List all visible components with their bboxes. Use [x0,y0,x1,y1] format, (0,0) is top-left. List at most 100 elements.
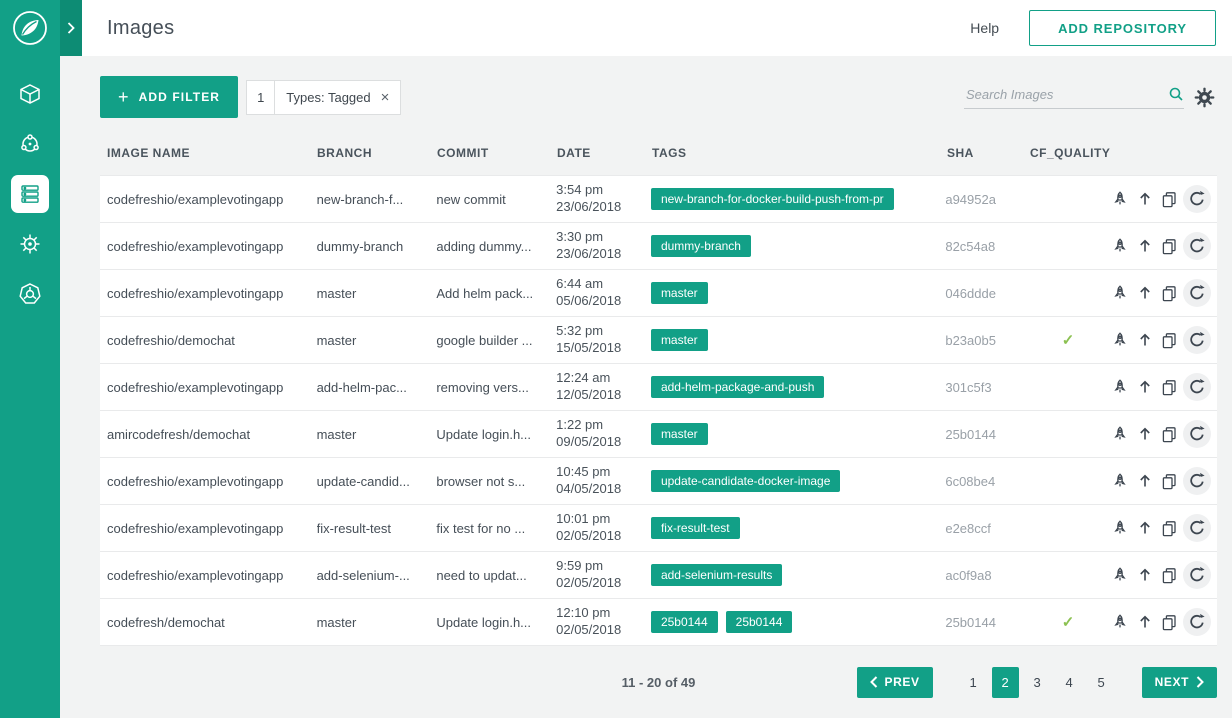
column-header-tags[interactable]: TAGS [652,146,947,160]
help-link[interactable]: Help [970,20,999,36]
sidebar-item-images[interactable] [0,176,60,212]
promote-image-button[interactable] [1133,280,1156,306]
codefresh-logo[interactable] [0,0,60,56]
rebuild-image-button[interactable] [1183,232,1211,260]
image-row[interactable]: codefreshio/examplevotingapp add-seleniu… [100,552,1217,599]
promote-image-button[interactable] [1133,421,1156,447]
add-filter-button[interactable]: + ADD FILTER [100,76,238,118]
rebuild-image-button[interactable] [1183,467,1211,495]
image-name-cell[interactable]: codefreshio/examplevotingapp [107,474,317,489]
rebuild-image-button[interactable] [1183,514,1211,542]
column-header-sha[interactable]: SHA [947,146,1030,160]
image-row[interactable]: codefreshio/examplevotingapp master Add … [100,270,1217,317]
settings-button[interactable] [1194,87,1215,108]
promote-image-button[interactable] [1133,374,1156,400]
image-name-cell[interactable]: codefreshio/examplevotingapp [107,521,317,536]
column-header-date[interactable]: DATE [557,146,652,160]
promote-image-button[interactable] [1133,468,1156,494]
image-name-cell[interactable]: codefreshio/demochat [107,333,317,348]
launch-image-button[interactable] [1108,280,1131,306]
image-row[interactable]: codefreshio/examplevotingapp dummy-branc… [100,223,1217,270]
launch-image-button[interactable] [1108,186,1131,212]
sha-cell: 82c54a8 [945,239,1028,254]
image-name-cell[interactable]: amircodefresh/demochat [107,427,317,442]
launch-image-button[interactable] [1108,374,1131,400]
rebuild-image-button[interactable] [1183,185,1211,213]
column-header-image-name[interactable]: IMAGE NAME [107,146,317,160]
sidebar-item-builds[interactable] [0,126,60,162]
prev-page-button[interactable]: PREV [857,667,933,698]
image-name-cell[interactable]: codefreshio/examplevotingapp [107,286,317,301]
copy-sha-button[interactable] [1158,468,1181,494]
add-repository-button[interactable]: ADD REPOSITORY [1029,10,1216,46]
rebuild-image-button[interactable] [1183,608,1211,636]
date-cell: 5:32 pm 15/05/2018 [556,323,651,357]
images-list-icon [19,183,41,205]
copy-sha-button[interactable] [1158,327,1181,353]
column-header-cf-quality[interactable]: CF_QUALITY [1030,146,1110,160]
sidebar-item-repositories[interactable] [0,76,60,112]
rebuild-image-button[interactable] [1183,373,1211,401]
rebuild-image-button[interactable] [1183,561,1211,589]
image-name-cell[interactable]: codefreshio/examplevotingapp [107,568,317,583]
filter-remove-button[interactable]: × [377,89,401,106]
date-text: 04/05/2018 [556,481,651,498]
sha-cell: b23a0b5 [945,333,1028,348]
promote-image-button[interactable] [1133,233,1156,259]
page-button[interactable]: 4 [1056,667,1083,698]
launch-image-button[interactable] [1108,562,1131,588]
image-row[interactable]: codefresh/demochat master Update login.h… [100,599,1217,646]
launch-image-button[interactable] [1108,421,1131,447]
promote-image-button[interactable] [1133,515,1156,541]
copy-sha-button[interactable] [1158,233,1181,259]
copy-sha-button[interactable] [1158,609,1181,635]
launch-image-button[interactable] [1108,468,1131,494]
arrow-up-icon [1137,520,1153,536]
promote-image-button[interactable] [1133,186,1156,212]
page-button[interactable]: 1 [960,667,987,698]
image-row[interactable]: codefreshio/demochat master google build… [100,317,1217,364]
promote-image-button[interactable] [1133,609,1156,635]
image-name-cell[interactable]: codefreshio/examplevotingapp [107,239,317,254]
launch-image-button[interactable] [1108,233,1131,259]
copy-sha-button[interactable] [1158,562,1181,588]
sidebar-item-helm[interactable] [0,226,60,262]
copy-sha-button[interactable] [1158,515,1181,541]
sha-cell: e2e8ccf [945,521,1028,536]
launch-image-button[interactable] [1108,609,1131,635]
column-header-commit[interactable]: COMMIT [437,146,557,160]
promote-image-button[interactable] [1133,562,1156,588]
rebuild-image-button[interactable] [1183,279,1211,307]
launch-image-button[interactable] [1108,327,1131,353]
image-name-cell[interactable]: codefreshio/examplevotingapp [107,192,317,207]
copy-icon [1161,473,1178,490]
image-row[interactable]: codefreshio/examplevotingapp add-helm-pa… [100,364,1217,411]
next-page-button[interactable]: NEXT [1142,667,1217,698]
copy-sha-button[interactable] [1158,186,1181,212]
page-button[interactable]: 2 [992,667,1019,698]
image-row[interactable]: codefreshio/examplevotingapp new-branch-… [100,176,1217,223]
rebuild-image-button[interactable] [1183,326,1211,354]
rebuild-image-button[interactable] [1183,420,1211,448]
promote-image-button[interactable] [1133,327,1156,353]
commit-cell: need to updat... [436,568,556,583]
arrow-up-icon [1137,473,1153,489]
app-window: Images Help ADD REPOSITORY + ADD FILTER … [0,0,1232,718]
page-button[interactable]: 5 [1088,667,1115,698]
page-button[interactable]: 3 [1024,667,1051,698]
copy-sha-button[interactable] [1158,421,1181,447]
image-row[interactable]: amircodefresh/demochat master Update log… [100,411,1217,458]
copy-sha-button[interactable] [1158,280,1181,306]
search-button[interactable] [1168,86,1184,102]
sidebar-expand-toggle[interactable] [60,0,82,56]
column-header-branch[interactable]: BRANCH [317,146,437,160]
copy-sha-button[interactable] [1158,374,1181,400]
launch-image-button[interactable] [1108,515,1131,541]
image-name-cell[interactable]: codefresh/demochat [107,615,317,630]
search-input[interactable] [964,86,1168,103]
image-name-cell[interactable]: codefreshio/examplevotingapp [107,380,317,395]
sidebar-item-kubernetes[interactable] [0,276,60,312]
image-row[interactable]: codefreshio/examplevotingapp update-cand… [100,458,1217,505]
image-row[interactable]: codefreshio/examplevotingapp fix-result-… [100,505,1217,552]
branch-cell: master [317,615,437,630]
